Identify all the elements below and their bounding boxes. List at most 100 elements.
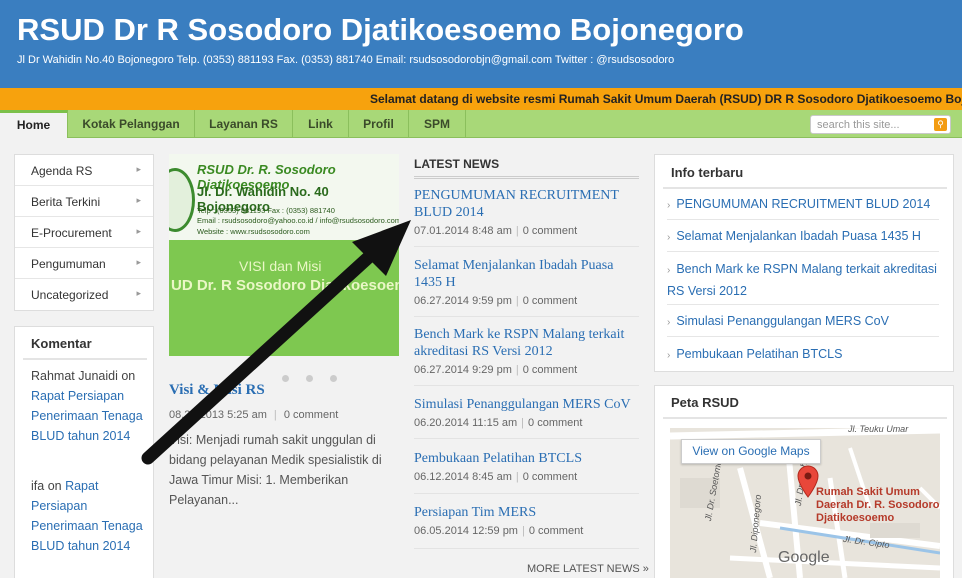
search-input[interactable]: search this site... (817, 119, 900, 131)
news-item: Pembukaan Pelatihan BTCLS 06.12.2014 8:4… (414, 450, 639, 483)
nav-profil[interactable]: Profil (349, 110, 409, 138)
banner-contact: Telp : (0353) 881193 Fax : (0353) 881740 (197, 206, 335, 215)
category-item-e-procurement[interactable]: E-Procurement ▸ (15, 217, 153, 248)
site-title[interactable]: RSUD Dr R Sosodoro Djatikoesoemo Bojoneg… (17, 12, 744, 48)
news-comments[interactable]: 0 comment (523, 364, 577, 376)
nav-kotak-pelanggan[interactable]: Kotak Pelanggan (68, 110, 195, 138)
news-item: Selamat Menjalankan Ibadah Puasa 1435 H … (414, 257, 639, 307)
category-label: Pengumuman (31, 257, 106, 271)
divider (414, 385, 639, 386)
bullet-icon: › (667, 265, 671, 276)
bullet-icon: › (667, 350, 671, 361)
info-link[interactable]: › Simulasi Penanggulangan MERS CoV (667, 311, 939, 333)
info-link-label: Selamat Menjalankan Ibadah Puasa 1435 H (676, 229, 921, 243)
google-logo: Google (778, 549, 830, 566)
site-header: RSUD Dr R Sosodoro Djatikoesoemo Bojoneg… (0, 0, 962, 88)
category-item-uncategorized[interactable]: Uncategorized ▸ (15, 279, 153, 310)
news-comments[interactable]: 0 comment (523, 295, 577, 307)
featured-post-meta: 08.22.2013 5:25 am | 0 comment (169, 409, 338, 421)
nav-layanan-rs[interactable]: Layanan RS (195, 110, 293, 138)
comments-widget: Komentar Rahmat Junaidi on Rapat Persiap… (14, 326, 154, 578)
news-meta: 06.27.2014 9:29 pm | 0 comment (414, 364, 639, 376)
category-item-pengumuman[interactable]: Pengumuman ▸ (15, 248, 153, 279)
chevron-right-icon: ▸ (136, 195, 141, 205)
news-title[interactable]: Simulasi Penanggulangan MERS CoV (414, 396, 639, 413)
comment-on: on (47, 479, 62, 493)
news-comments[interactable]: 0 comment (523, 225, 577, 237)
news-date: 07.01.2014 8:48 am (414, 225, 512, 237)
news-meta: 06.20.2014 11:15 am | 0 comment (414, 417, 639, 429)
featured-slider[interactable]: RSUD Dr. R. Sosodoro Djatikoesoemo Jl. D… (169, 154, 399, 356)
divider (414, 316, 639, 317)
info-link-label: Simulasi Penanggulangan MERS CoV (676, 314, 889, 328)
news-title[interactable]: Persiapan Tim MERS (414, 504, 639, 521)
chevron-right-icon: ▸ (136, 257, 141, 267)
news-meta: 07.01.2014 8:48 am | 0 comment (414, 225, 639, 237)
peta-title: Peta RSUD (671, 395, 739, 410)
bullet-icon: › (667, 200, 671, 211)
slider-banner: RSUD Dr. R. Sosodoro Djatikoesoemo Jl. D… (169, 154, 399, 240)
post-comment-count[interactable]: 0 comment (284, 409, 338, 421)
info-link[interactable]: › Selamat Menjalankan Ibadah Puasa 1435 H (667, 226, 939, 248)
news-title[interactable]: PENGUMUMAN RECRUITMENT BLUD 2014 (414, 187, 639, 221)
divider (414, 493, 639, 494)
category-menu: Agenda RS ▸ Berita Terkini ▸ E-Procureme… (14, 154, 154, 311)
news-title[interactable]: Pembukaan Pelatihan BTCLS (414, 450, 639, 467)
news-item: Bench Mark ke RSPN Malang terkait akredi… (414, 326, 639, 376)
news-date: 06.27.2014 9:59 pm (414, 295, 512, 307)
separator: | (515, 471, 519, 483)
category-item-agenda-rs[interactable]: Agenda RS ▸ (15, 155, 153, 186)
comment-post-link[interactable]: Rapat Persiapan Penerimaan Tenaga BLUD t… (31, 389, 143, 443)
news-comments[interactable]: 0 comment (528, 417, 582, 429)
nav-spm[interactable]: SPM (409, 110, 466, 138)
slider-pagination (282, 369, 354, 387)
separator: | (273, 409, 277, 421)
divider (663, 187, 947, 189)
banner-big-text: UD Dr. R Sosodoro Djatikoesoemo (171, 277, 399, 294)
news-title[interactable]: Selamat Menjalankan Ibadah Puasa 1435 H (414, 257, 639, 291)
featured-post-title[interactable]: Visi & Misi RS (169, 382, 265, 399)
banner-email: Email : rsudsosodoro@yahoo.co.id / info@… (197, 216, 399, 225)
slider-dot[interactable] (306, 375, 313, 382)
nav-link[interactable]: Link (293, 110, 349, 138)
view-on-google-maps-button[interactable]: View on Google Maps (681, 439, 821, 464)
nav-home[interactable]: Home (0, 110, 68, 138)
slider-dot[interactable] (282, 375, 289, 382)
more-latest-news-link[interactable]: MORE LATEST NEWS » (527, 563, 649, 575)
banner-website: Website : www.rsudsosodoro.com (197, 227, 310, 236)
news-title[interactable]: Bench Mark ke RSPN Malang terkait akredi… (414, 326, 639, 360)
news-comments[interactable]: 0 comment (529, 525, 583, 537)
comment-on: on (121, 369, 136, 383)
separator: | (515, 225, 519, 237)
info-terbaru-widget: Info terbaru › PENGUMUMAN RECRUITMENT BLU… (654, 154, 954, 372)
news-meta: 06.27.2014 9:59 pm | 0 comment (414, 295, 639, 307)
info-link[interactable]: › Pembukaan Pelatihan BTCLS (667, 344, 939, 366)
info-link[interactable]: › PENGUMUMAN RECRUITMENT BLUD 2014 (667, 194, 939, 216)
comment-entry: Rahmat Junaidi on Rapat Persiapan Peneri… (31, 366, 151, 446)
category-label: Uncategorized (31, 288, 109, 302)
banner-visi: VISI dan Misi (239, 258, 322, 274)
bullet-icon: › (667, 317, 671, 328)
search-box[interactable]: search this site... ⚲ (810, 115, 951, 134)
category-item-berita-terkini[interactable]: Berita Terkini ▸ (15, 186, 153, 217)
welcome-ticker: Selamat datang di website resmi Rumah Sa… (0, 88, 962, 110)
news-item: PENGUMUMAN RECRUITMENT BLUD 2014 07.01.2… (414, 187, 639, 237)
news-item: Persiapan Tim MERS 06.05.2014 12:59 pm | 0… (414, 504, 639, 537)
info-link[interactable]: › Bench Mark ke RSPN Malang terkait akred… (667, 259, 939, 301)
divider (663, 417, 947, 419)
divider (414, 246, 639, 247)
slider-dot[interactable] (330, 375, 337, 382)
category-label: Berita Terkini (31, 195, 101, 209)
divider (414, 176, 639, 179)
news-comments[interactable]: 0 comment (523, 471, 577, 483)
search-icon[interactable]: ⚲ (934, 118, 947, 131)
news-meta: 06.05.2014 12:59 pm | 0 comment (414, 525, 639, 537)
separator: | (521, 417, 525, 429)
comment-author: Rahmat Junaidi (31, 369, 118, 383)
news-date: 06.12.2014 8:45 am (414, 471, 512, 483)
news-date: 06.05.2014 12:59 pm (414, 525, 518, 537)
post-date: 08.22.2013 5:25 am (169, 409, 267, 421)
divider (667, 336, 939, 337)
hospital-logo (169, 168, 195, 232)
comment-author: ifa (31, 479, 45, 493)
